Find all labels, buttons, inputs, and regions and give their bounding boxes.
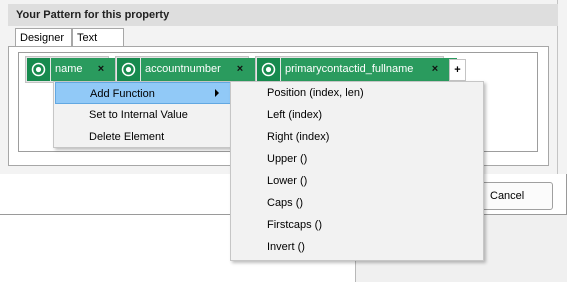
- remove-token-button[interactable]: ×: [94, 57, 108, 82]
- section-title: Your Pattern for this property: [8, 4, 558, 26]
- add-token-button[interactable]: +: [449, 59, 466, 81]
- dynamics-entity-icon: [27, 58, 50, 81]
- tab-text[interactable]: Text: [72, 28, 124, 47]
- submenu-item-caps[interactable]: Caps (): [232, 192, 482, 214]
- remove-token-button[interactable]: ×: [233, 57, 247, 82]
- function-submenu: Position (index, len) Left (index) Right…: [230, 81, 484, 261]
- dynamics-entity-icon: [257, 58, 280, 81]
- dialog-right-border: [557, 0, 567, 174]
- pattern-token-primarycontact[interactable]: primarycontactid_fullname ×: [255, 56, 457, 83]
- remove-token-button[interactable]: ×: [428, 57, 442, 82]
- pattern-token-accountnumber[interactable]: accountnumber ×: [115, 56, 263, 83]
- submenu-item-position[interactable]: Position (index, len): [232, 82, 482, 104]
- dynamics-entity-icon: [117, 58, 140, 81]
- submenu-item-invert[interactable]: Invert (): [232, 236, 482, 258]
- submenu-item-left[interactable]: Left (index): [232, 104, 482, 126]
- menu-item-add-function[interactable]: Add Function: [55, 82, 231, 104]
- context-menu: Add Function Set to Internal Value Delet…: [53, 81, 233, 148]
- menu-item-label: Add Function: [90, 88, 155, 100]
- cancel-button[interactable]: Cancel: [477, 182, 553, 210]
- submenu-item-firstcaps[interactable]: Firstcaps (): [232, 214, 482, 236]
- tab-designer[interactable]: Designer: [15, 28, 72, 47]
- chevron-right-icon: [215, 89, 219, 97]
- submenu-item-upper[interactable]: Upper (): [232, 148, 482, 170]
- submenu-item-lower[interactable]: Lower (): [232, 170, 482, 192]
- submenu-item-right[interactable]: Right (index): [232, 126, 482, 148]
- menu-item-delete-element[interactable]: Delete Element: [55, 126, 231, 148]
- menu-item-set-internal-value[interactable]: Set to Internal Value: [55, 104, 231, 126]
- token-label: name: [51, 58, 123, 81]
- pattern-token-name[interactable]: name ×: [25, 56, 123, 83]
